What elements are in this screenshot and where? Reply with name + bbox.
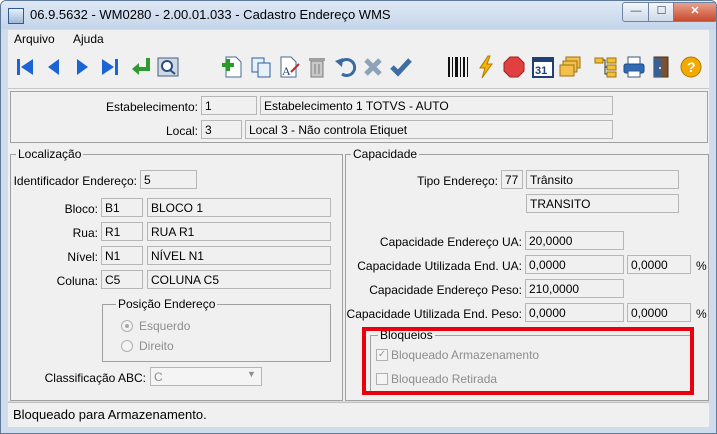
- identificador-field[interactable]: 5: [140, 170, 197, 189]
- tipo-endereco-desc2-field: TRANSITO: [526, 194, 679, 213]
- tipo-endereco-desc-field: Trânsito: [526, 170, 679, 189]
- rua-code-field[interactable]: R1: [101, 222, 143, 241]
- tipo-endereco-code-field[interactable]: 77: [501, 170, 523, 189]
- coluna-code-field[interactable]: C5: [101, 270, 143, 289]
- help-question-mark: ?: [687, 59, 696, 75]
- cap-util-ua-pct-field: 0,0000: [627, 255, 691, 274]
- first-record-icon[interactable]: [13, 54, 37, 80]
- menu-ajuda[interactable]: Ajuda: [73, 32, 104, 46]
- chevron-down-icon[interactable]: ▼: [247, 369, 256, 379]
- stack-icon[interactable]: [558, 54, 582, 80]
- lightning-icon[interactable]: [474, 54, 498, 80]
- bloco-label: Bloco:: [64, 202, 98, 216]
- posicao-endereco-title: Posição Endereço: [116, 297, 218, 311]
- rua-label: Rua:: [72, 226, 98, 240]
- svg-text:A: A: [282, 64, 291, 78]
- classificacao-select[interactable]: C: [150, 367, 262, 386]
- exit-icon[interactable]: [650, 54, 674, 80]
- delete-icon[interactable]: [305, 54, 329, 80]
- bloco-code-field[interactable]: B1: [101, 198, 143, 217]
- capacidade-title: Capacidade: [351, 147, 420, 161]
- local-label: Local:: [165, 124, 198, 138]
- direito-label: Direito: [139, 339, 174, 353]
- new-record-icon[interactable]: [221, 54, 245, 80]
- estabelecimento-desc-field: Estabelecimento 1 TOTVS - AUTO: [260, 96, 613, 115]
- cap-peso-label: Capacidade Endereço Peso:: [369, 283, 522, 297]
- coluna-desc-field: COLUNA C5: [147, 270, 331, 289]
- barcode-icon[interactable]: [446, 54, 470, 80]
- goto-icon[interactable]: [129, 54, 153, 80]
- cap-util-peso-label: Capacidade Utilizada End. Peso:: [346, 307, 522, 321]
- minimize-button[interactable]: —: [622, 2, 650, 22]
- estabelecimento-label: Estabelecimento:: [105, 100, 198, 114]
- cap-util-ua-field: 0,0000: [525, 255, 624, 274]
- next-record-icon[interactable]: [70, 54, 94, 80]
- cap-peso-field[interactable]: 210,0000: [525, 279, 624, 298]
- cancel-icon[interactable]: [361, 54, 385, 80]
- calendar-day-label: 31: [535, 65, 547, 77]
- highlight-annotation: [362, 327, 694, 395]
- status-bar: Bloqueado para Armazenamento.: [8, 402, 709, 427]
- close-button[interactable]: ✕: [673, 2, 716, 22]
- cap-ua-label: Capacidade Endereço UA:: [379, 235, 522, 249]
- help-icon[interactable]: ?: [679, 54, 703, 80]
- cap-util-peso-pct-unit: %: [696, 307, 707, 321]
- radio-direito[interactable]: [121, 340, 133, 352]
- cap-util-ua-pct-unit: %: [696, 259, 707, 273]
- print-icon[interactable]: [622, 54, 646, 80]
- cap-util-peso-field: 0,0000: [525, 303, 624, 322]
- header-panel: Estabelecimento: 1 Estabelecimento 1 TOT…: [10, 91, 708, 143]
- status-message: Bloqueado para Armazenamento.: [13, 407, 207, 422]
- copy-icon[interactable]: [249, 54, 273, 80]
- nivel-code-field[interactable]: N1: [101, 246, 143, 265]
- tree-icon[interactable]: [594, 54, 618, 80]
- bloco-desc-field: BLOCO 1: [147, 198, 331, 217]
- title-bar: 06.9.5632 - WM0280 - 2.00.01.033 - Cadas…: [1, 1, 716, 29]
- toolbar: A 31 ?: [8, 48, 709, 89]
- calendar-icon[interactable]: 31: [531, 54, 555, 80]
- menu-bar: Arquivo Ajuda: [8, 30, 709, 48]
- app-icon: [8, 8, 24, 24]
- form-content: Estabelecimento: 1 Estabelecimento 1 TOT…: [8, 89, 709, 401]
- menu-arquivo[interactable]: Arquivo: [14, 32, 55, 46]
- esquerdo-label: Esquerdo: [139, 319, 191, 333]
- coluna-label: Coluna:: [56, 274, 98, 288]
- previous-record-icon[interactable]: [42, 54, 66, 80]
- undo-icon[interactable]: [333, 54, 357, 80]
- window-title: 06.9.5632 - WM0280 - 2.00.01.033 - Cadas…: [30, 7, 391, 22]
- localizacao-title: Localização: [16, 147, 84, 161]
- identificador-label: Identificador Endereço:: [13, 174, 137, 188]
- localizacao-group: Localização Identificador Endereço: 5 Bl…: [10, 147, 343, 401]
- local-code-field[interactable]: 3: [201, 120, 242, 139]
- application-window: 06.9.5632 - WM0280 - 2.00.01.033 - Cadas…: [0, 0, 717, 434]
- radio-esquerdo[interactable]: [121, 320, 133, 332]
- search-icon[interactable]: [156, 54, 180, 80]
- nivel-desc-field: NÍVEL N1: [147, 246, 331, 265]
- last-record-icon[interactable]: [98, 54, 122, 80]
- cap-util-ua-label: Capacidade Utilizada End. UA:: [357, 259, 522, 273]
- posicao-endereco-group: Posição Endereço Esquerdo Direito: [102, 297, 331, 362]
- edit-icon[interactable]: A: [277, 54, 301, 80]
- cap-util-peso-pct-field: 0,0000: [627, 303, 691, 322]
- tipo-endereco-label: Tipo Endereço:: [417, 174, 498, 188]
- maximize-button[interactable]: ☐: [648, 2, 675, 22]
- cap-ua-field[interactable]: 20,0000: [525, 231, 624, 250]
- stop-icon[interactable]: [502, 54, 526, 80]
- classificacao-value: C: [154, 370, 163, 384]
- save-icon[interactable]: [389, 54, 413, 80]
- local-desc-field: Local 3 - Não controla Etiquet: [245, 120, 613, 139]
- nivel-label: Nível:: [67, 250, 98, 264]
- estabelecimento-code-field[interactable]: 1: [201, 96, 257, 115]
- classificacao-label: Classificação ABC:: [44, 371, 146, 385]
- rua-desc-field: RUA R1: [147, 222, 331, 241]
